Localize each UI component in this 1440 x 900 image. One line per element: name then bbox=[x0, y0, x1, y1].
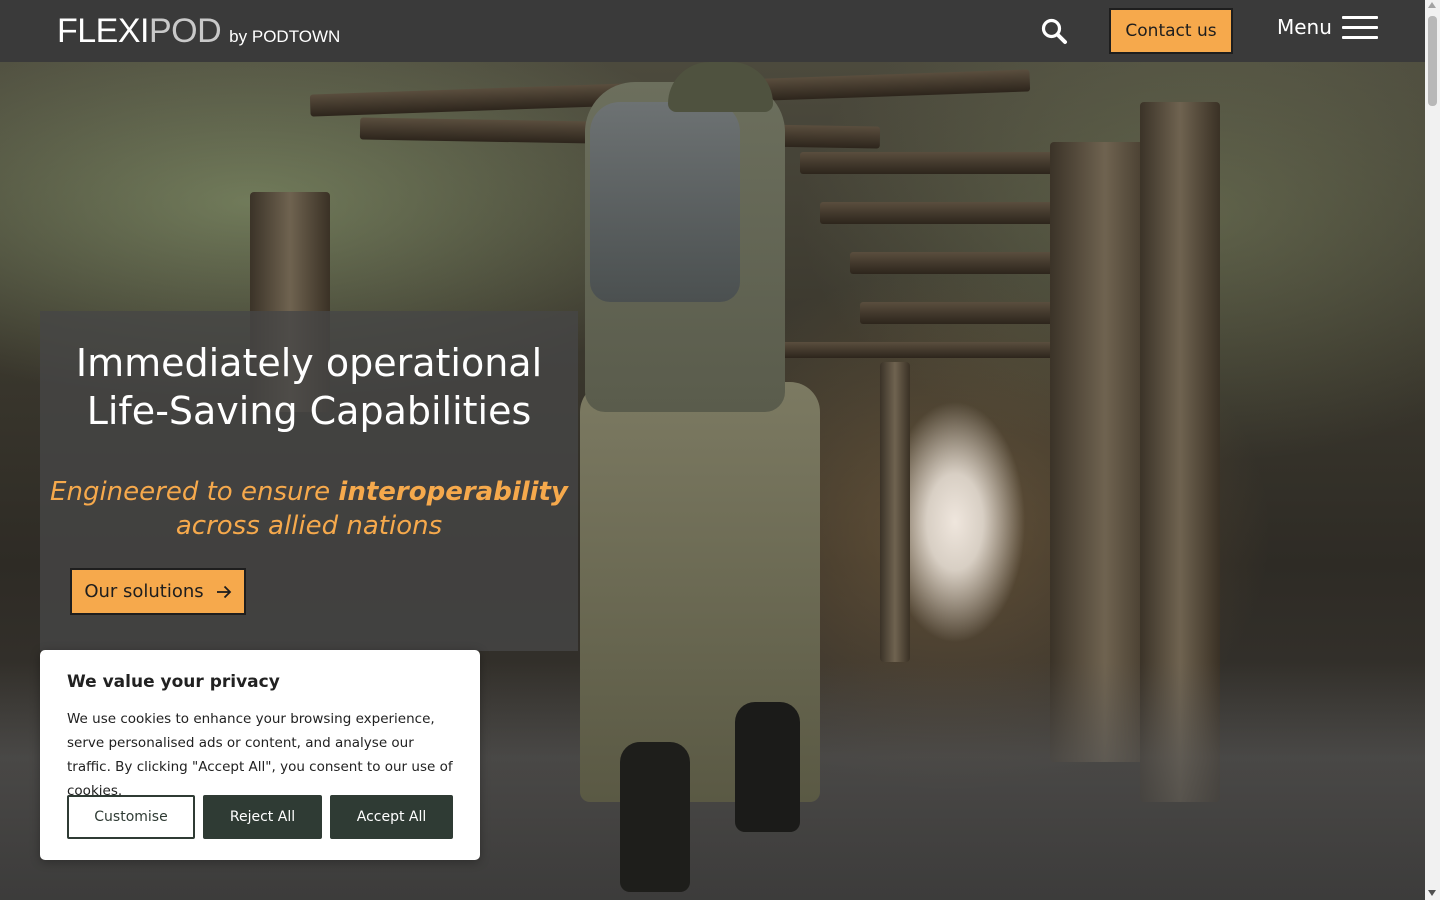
logo-wordmark: FLEXIPOD bbox=[57, 12, 222, 50]
menu-label: Menu bbox=[1277, 15, 1332, 39]
logo-byline: by PODTOWN bbox=[229, 27, 341, 46]
scroll-down-arrow-icon[interactable] bbox=[1428, 890, 1436, 896]
our-solutions-button[interactable]: Our solutions bbox=[70, 568, 246, 615]
search-icon bbox=[1041, 18, 1067, 44]
reject-all-button[interactable]: Reject All bbox=[203, 795, 322, 839]
menu-button[interactable]: Menu bbox=[1277, 14, 1378, 40]
hamburger-icon bbox=[1341, 14, 1378, 40]
hero-card: Immediately operational Life-Saving Capab… bbox=[40, 311, 578, 651]
arrow-right-icon bbox=[216, 585, 231, 598]
cookie-consent-dialog: We value your privacy We use cookies to … bbox=[40, 650, 480, 860]
cookie-title: We value your privacy bbox=[67, 672, 280, 692]
accept-all-button[interactable]: Accept All bbox=[330, 795, 453, 839]
our-solutions-label: Our solutions bbox=[84, 581, 204, 602]
hero-title: Immediately operational Life-Saving Capab… bbox=[75, 341, 543, 433]
cookie-description: We use cookies to enhance your browsing … bbox=[67, 711, 453, 799]
contact-us-button[interactable]: Contact us bbox=[1109, 8, 1233, 54]
hero-subtitle: Engineered to ensure interoperability acr… bbox=[50, 477, 568, 541]
scrollbar-thumb[interactable] bbox=[1428, 16, 1437, 106]
customise-button[interactable]: Customise bbox=[67, 795, 195, 839]
scroll-up-arrow-icon[interactable] bbox=[1428, 2, 1436, 8]
page-scrollbar[interactable] bbox=[1425, 0, 1440, 900]
site-header: FLEXIPOD by PODTOWN Contact us Menu bbox=[0, 0, 1425, 62]
flexipod-logo[interactable]: FLEXIPOD by PODTOWN bbox=[57, 14, 340, 48]
search-button[interactable] bbox=[1040, 17, 1068, 45]
